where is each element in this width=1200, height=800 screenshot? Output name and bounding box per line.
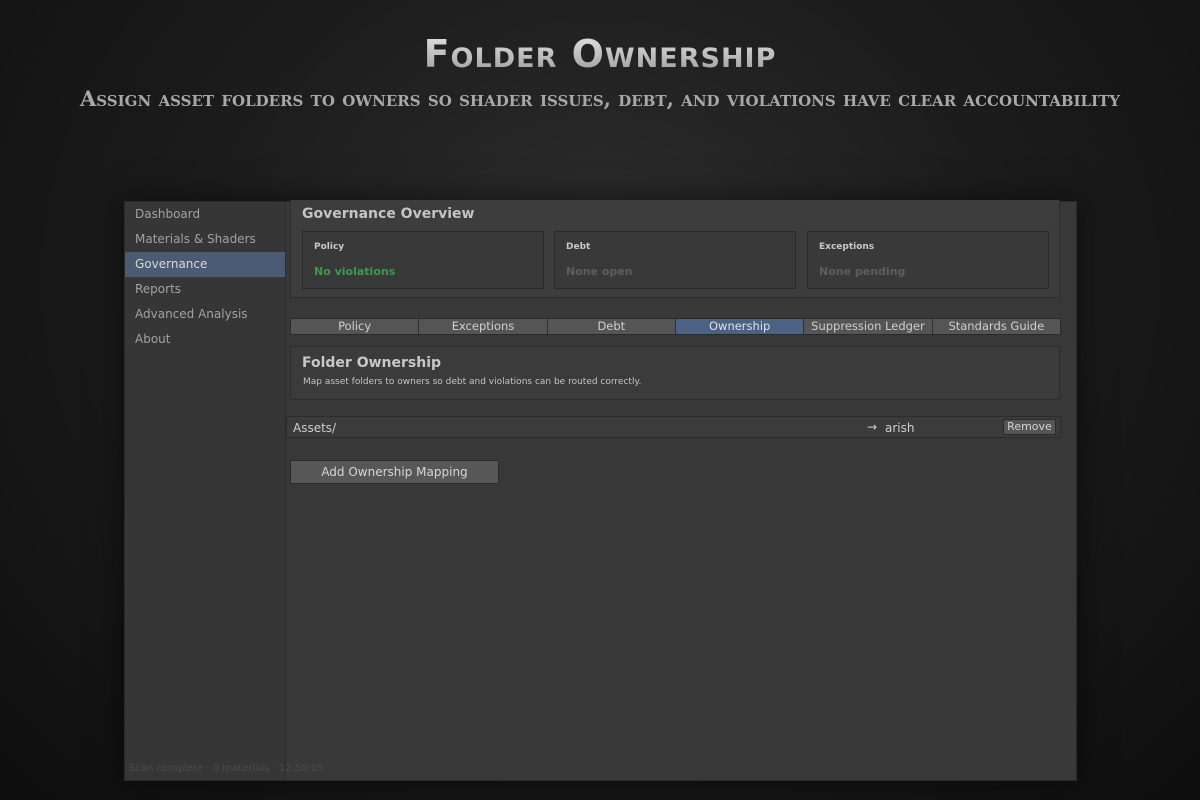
card-label: Debt (566, 242, 591, 252)
owner-name[interactable]: arish (885, 421, 914, 435)
card-value: None pending (819, 265, 906, 278)
sidebar-item-governance[interactable]: Governance (125, 252, 285, 277)
tab-exceptions[interactable]: Exceptions (419, 319, 548, 334)
exceptions-card: Exceptions None pending (807, 231, 1049, 289)
tab-suppression-ledger[interactable]: Suppression Ledger (804, 319, 933, 334)
sidebar-item-materials-shaders[interactable]: Materials & Shaders (125, 227, 285, 252)
section-description: Map asset folders to owners so debt and … (303, 377, 642, 387)
sidebar-item-dashboard[interactable]: Dashboard (125, 202, 285, 227)
sidebar-item-about[interactable]: About (125, 327, 285, 352)
hero-title: Folder Ownership (0, 32, 1200, 76)
tab-ownership[interactable]: Ownership (675, 319, 805, 334)
sidebar: Dashboard Materials & Shaders Governance… (125, 202, 324, 780)
governance-tabs: Policy Exceptions Debt Ownership Suppres… (290, 318, 1061, 335)
arrow-right-icon: → (867, 420, 878, 434)
add-ownership-mapping-button[interactable]: Add Ownership Mapping (290, 460, 499, 484)
main-panel: Governance Overview Policy No violations… (286, 200, 1076, 780)
tab-policy[interactable]: Policy (291, 319, 420, 334)
sidebar-item-reports[interactable]: Reports (125, 277, 285, 302)
card-value: None open (566, 265, 633, 278)
policy-card: Policy No violations (302, 231, 544, 289)
app-window: Dashboard Materials & Shaders Governance… (124, 200, 1077, 781)
card-value: No violations (314, 265, 396, 278)
ownership-mapping-row: Assets/ → arish Remove (286, 416, 1061, 438)
debt-card: Debt None open (554, 231, 796, 289)
remove-button[interactable]: Remove (1003, 419, 1056, 435)
folder-ownership-header: Folder Ownership Map asset folders to ow… (290, 346, 1060, 400)
governance-overview: Governance Overview Policy No violations… (290, 200, 1060, 298)
hero-subtitle: Assign asset folders to owners so shader… (80, 86, 1120, 111)
tab-debt[interactable]: Debt (547, 319, 676, 334)
card-label: Exceptions (819, 242, 875, 252)
section-title: Folder Ownership (302, 355, 442, 371)
tab-standards-guide[interactable]: Standards Guide (932, 319, 1060, 334)
overview-title: Governance Overview (302, 206, 475, 222)
sidebar-item-advanced-analysis[interactable]: Advanced Analysis (125, 302, 285, 327)
card-label: Policy (314, 242, 345, 252)
folder-path[interactable]: Assets/ (293, 421, 336, 435)
